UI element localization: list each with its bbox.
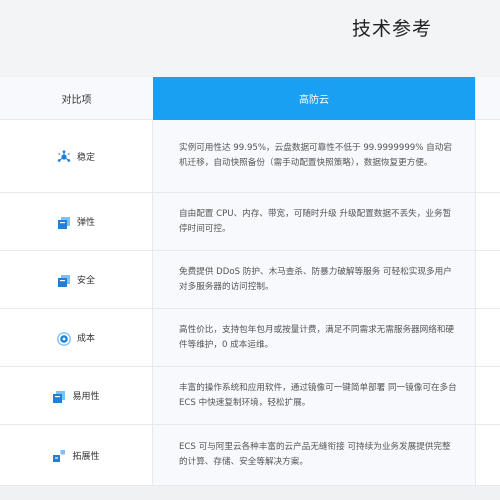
row-desc-cell: 丰富的操作系统和应用软件，通过镜像可一键简单部署 同一镜像可在多台 ECS 中快…: [153, 367, 475, 424]
row-label-cell: 成本: [0, 309, 153, 366]
table-row: 安全 免费提供 DDoS 防护、木马查杀、防暴力破解等服务 可轻松实现多用户对多…: [0, 251, 500, 309]
row-description: 丰富的操作系统和应用软件，通过镜像可一键简单部署 同一镜像可在多台 ECS 中快…: [179, 382, 457, 408]
gear-network-icon: [57, 149, 71, 163]
row-label: 稳定: [76, 152, 95, 163]
row-label-cell: 拓展性: [0, 425, 153, 485]
row-description: 高性价比，支持包年包月或按量计费，满足不同需求无需服务器网络和硬件等维护，0 成…: [179, 324, 455, 350]
window-stack-icon: [57, 215, 71, 229]
comparison-table: 对比项 高防云 稳定 实例可用性达 99.95%，云盘数据可靠性不低于 99.9…: [0, 77, 500, 486]
row-extra-cell: [475, 367, 500, 424]
row-label: 安全: [76, 276, 95, 286]
row-extra-cell: [475, 425, 500, 485]
row-label-cell: 易用性: [0, 367, 153, 424]
row-extra-cell: [475, 193, 500, 250]
expand-blocks-icon: [52, 448, 66, 462]
row-desc-cell: 免费提供 DDoS 防护、木马查杀、防暴力破解等服务 可轻松实现多用户对多服务器…: [153, 251, 475, 308]
row-desc-cell: ECS 可与阿里云各种丰富的云产品无缝衔接 可持续为业务发展提供完整的计算、存储…: [153, 425, 475, 485]
header-product-col: 高防云: [153, 77, 475, 120]
row-label: 弹性: [76, 218, 95, 228]
row-label: 成本: [76, 334, 95, 344]
footer-strip: [0, 486, 500, 500]
row-desc-cell: 自由配置 CPU、内存、带宽，可随时升级 升级配置数据不丢失，业务暂停时间可控。: [153, 193, 475, 250]
row-desc-cell: 高性价比，支持包年包月或按量计费，满足不同需求无需服务器网络和硬件等维护，0 成…: [153, 309, 475, 366]
row-extra-cell: [475, 309, 500, 366]
row-label: 易用性: [72, 392, 100, 402]
row-description: 免费提供 DDoS 防护、木马查杀、防暴力破解等服务 可轻松实现多用户对多服务器…: [179, 266, 452, 292]
row-extra-cell: [475, 251, 500, 308]
row-label-cell: 稳定: [0, 120, 153, 192]
table-row: 拓展性 ECS 可与阿里云各种丰富的云产品无缝衔接 可持续为业务发展提供完整的计…: [0, 425, 500, 486]
table-header: 对比项 高防云: [0, 77, 500, 120]
row-label-cell: 安全: [0, 251, 153, 308]
header-label-col: 对比项: [0, 77, 153, 120]
row-description: 实例可用性达 99.95%，云盘数据可靠性不低于 99.9999999% 自动宕…: [179, 143, 452, 168]
row-desc-cell: 实例可用性达 99.95%，云盘数据可靠性不低于 99.9999999% 自动宕…: [153, 120, 475, 192]
window-stack-icon: [57, 273, 71, 287]
row-label: 拓展性: [72, 451, 100, 462]
circle-target-icon: [57, 331, 71, 346]
table-row: 易用性 丰富的操作系统和应用软件，通过镜像可一键简单部署 同一镜像可在多台 EC…: [0, 367, 500, 425]
table-row: 弹性 自由配置 CPU、内存、带宽，可随时升级 升级配置数据不丢失，业务暂停时间…: [0, 193, 500, 251]
header-extra-col: [475, 77, 500, 120]
page-title: 技术参考: [352, 18, 433, 40]
row-description: 自由配置 CPU、内存、带宽，可随时升级 升级配置数据不丢失，业务暂停时间可控。: [179, 208, 452, 234]
table-row: 稳定 实例可用性达 99.95%，云盘数据可靠性不低于 99.9999999% …: [0, 120, 500, 193]
table-row: 成本 高性价比，支持包年包月或按量计费，满足不同需求无需服务器网络和硬件等维护，…: [0, 309, 500, 367]
row-description: ECS 可与阿里云各种丰富的云产品无缝衔接 可持续为业务发展提供完整的计算、存储…: [179, 442, 451, 467]
window-stack-icon: [52, 389, 66, 403]
row-extra-cell: [475, 120, 500, 192]
row-label-cell: 弹性: [0, 193, 153, 250]
